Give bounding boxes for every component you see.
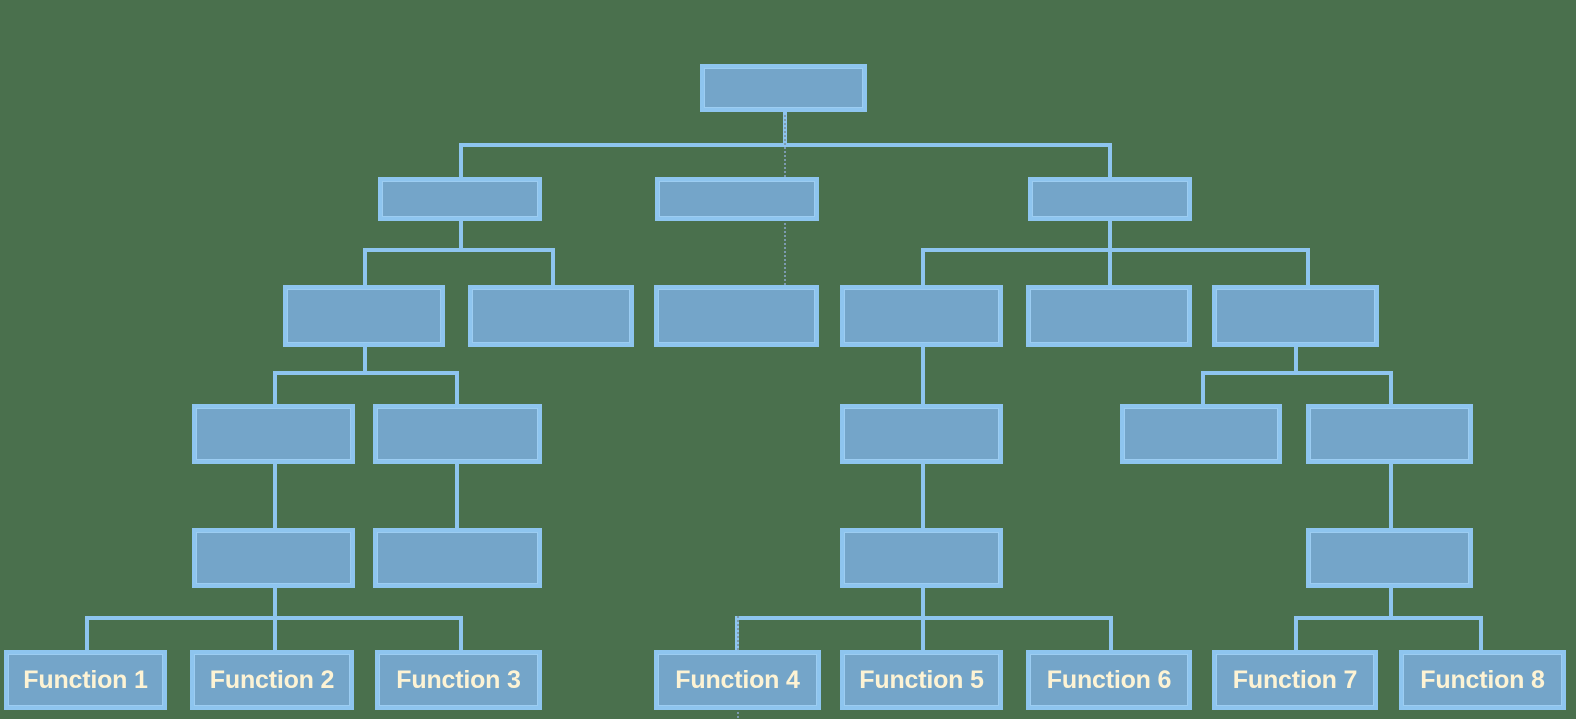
connector-to-f6 — [1109, 616, 1113, 650]
node-level2-center[interactable] — [655, 177, 819, 221]
connector-to-f8 — [1479, 616, 1483, 650]
node-level3-4-inner — [844, 289, 999, 343]
node-level4-2-inner — [377, 408, 538, 460]
node-level5-3-inner — [844, 532, 999, 584]
connector-functions-right-bus — [1294, 616, 1483, 620]
node-level3-1-inner — [287, 289, 441, 343]
connector-to-n9 — [1306, 248, 1310, 287]
node-level3-6[interactable] — [1212, 285, 1379, 347]
node-level4-2[interactable] — [373, 404, 542, 464]
connector-to-f3 — [459, 616, 463, 650]
node-level4-5-inner — [1310, 408, 1469, 460]
node-function-5-label: Function 5 — [859, 665, 984, 694]
node-level2-right[interactable] — [1028, 177, 1192, 221]
connector-n7-to-n12 — [921, 342, 925, 406]
org-chart-canvas: Function 1 Function 2 Function 3 Functio… — [0, 0, 1576, 719]
connector-to-n7 — [921, 248, 925, 287]
connector-to-n14 — [1389, 371, 1393, 406]
connector-n17-down — [921, 588, 925, 618]
node-function-2-inner: Function 2 — [194, 654, 350, 706]
node-level5-3[interactable] — [840, 528, 1003, 588]
node-level3-5[interactable] — [1026, 285, 1192, 347]
node-level4-1-inner — [196, 408, 351, 460]
node-function-8[interactable]: Function 8 — [1399, 650, 1566, 710]
node-level3-2-inner — [472, 289, 630, 343]
node-level4-5[interactable] — [1306, 404, 1473, 464]
node-level5-4[interactable] — [1306, 528, 1473, 588]
node-level3-3[interactable] — [654, 285, 819, 347]
node-function-4[interactable]: Function 4 — [654, 650, 821, 710]
connector-to-n13 — [1201, 371, 1205, 406]
node-level5-1[interactable] — [192, 528, 355, 588]
node-function-8-inner: Function 8 — [1403, 654, 1562, 706]
connector-to-n3 — [1108, 143, 1112, 180]
node-function-7-label: Function 7 — [1232, 665, 1358, 694]
node-function-4-inner: Function 4 — [658, 654, 817, 706]
connector-to-n8 — [1108, 248, 1112, 287]
node-level2-center-inner — [659, 181, 815, 217]
node-function-8-label: Function 8 — [1420, 665, 1545, 694]
connector-to-n5 — [551, 248, 555, 287]
connector-n3-bus — [921, 248, 1310, 252]
connector-to-n10 — [273, 371, 277, 406]
connector-to-n1 — [459, 143, 463, 180]
node-root-inner — [704, 68, 863, 108]
node-function-4-label: Function 4 — [675, 665, 800, 694]
connector-n4-bus — [273, 371, 459, 375]
node-level2-left[interactable] — [378, 177, 542, 221]
node-function-3-inner: Function 3 — [379, 654, 538, 706]
connector-to-f2 — [273, 616, 277, 650]
connector-n18-down — [1389, 588, 1393, 618]
node-function-5-inner: Function 5 — [844, 654, 999, 706]
node-level4-3[interactable] — [840, 404, 1003, 464]
node-level2-right-inner — [1032, 181, 1188, 217]
node-function-6-label: Function 6 — [1046, 665, 1172, 694]
connector-n12-to-n17 — [921, 463, 925, 528]
node-level4-4-inner — [1124, 408, 1278, 460]
node-function-7-inner: Function 7 — [1216, 654, 1374, 706]
connector-to-f1 — [85, 616, 89, 650]
node-level3-2[interactable] — [468, 285, 634, 347]
node-level5-1-inner — [196, 532, 351, 584]
node-level3-6-inner — [1216, 289, 1375, 343]
connector-to-n11 — [455, 371, 459, 406]
node-function-6[interactable]: Function 6 — [1026, 650, 1192, 710]
node-level3-3-inner — [658, 289, 815, 343]
node-root[interactable] — [700, 64, 867, 112]
connector-n9-bus — [1201, 371, 1393, 375]
node-level3-4[interactable] — [840, 285, 1003, 347]
connector-to-f7 — [1294, 616, 1298, 650]
node-level3-1[interactable] — [283, 285, 445, 347]
node-function-7[interactable]: Function 7 — [1212, 650, 1378, 710]
node-level2-left-inner — [382, 181, 538, 217]
connector-n15-down — [273, 588, 277, 618]
node-level3-5-inner — [1030, 289, 1188, 343]
node-function-2[interactable]: Function 2 — [190, 650, 354, 710]
connector-n14-to-n18 — [1389, 463, 1393, 528]
connector-n10-to-n15 — [273, 463, 277, 528]
node-level5-4-inner — [1310, 532, 1469, 584]
node-function-5[interactable]: Function 5 — [840, 650, 1003, 710]
node-function-3[interactable]: Function 3 — [375, 650, 542, 710]
connector-n1-bus — [363, 248, 555, 252]
node-function-1-label: Function 1 — [23, 665, 148, 694]
node-level5-2[interactable] — [373, 528, 542, 588]
connector-n11-to-n16 — [455, 463, 459, 528]
node-level4-3-inner — [844, 408, 999, 460]
connector-to-n4 — [363, 248, 367, 287]
node-function-6-inner: Function 6 — [1030, 654, 1188, 706]
node-function-1[interactable]: Function 1 — [4, 650, 167, 710]
node-function-1-inner: Function 1 — [8, 654, 163, 706]
node-level5-2-inner — [377, 532, 538, 584]
node-level4-4[interactable] — [1120, 404, 1282, 464]
connector-to-f5 — [921, 616, 925, 650]
node-function-3-label: Function 3 — [396, 665, 521, 694]
node-function-2-label: Function 2 — [209, 665, 335, 694]
node-level4-1[interactable] — [192, 404, 355, 464]
